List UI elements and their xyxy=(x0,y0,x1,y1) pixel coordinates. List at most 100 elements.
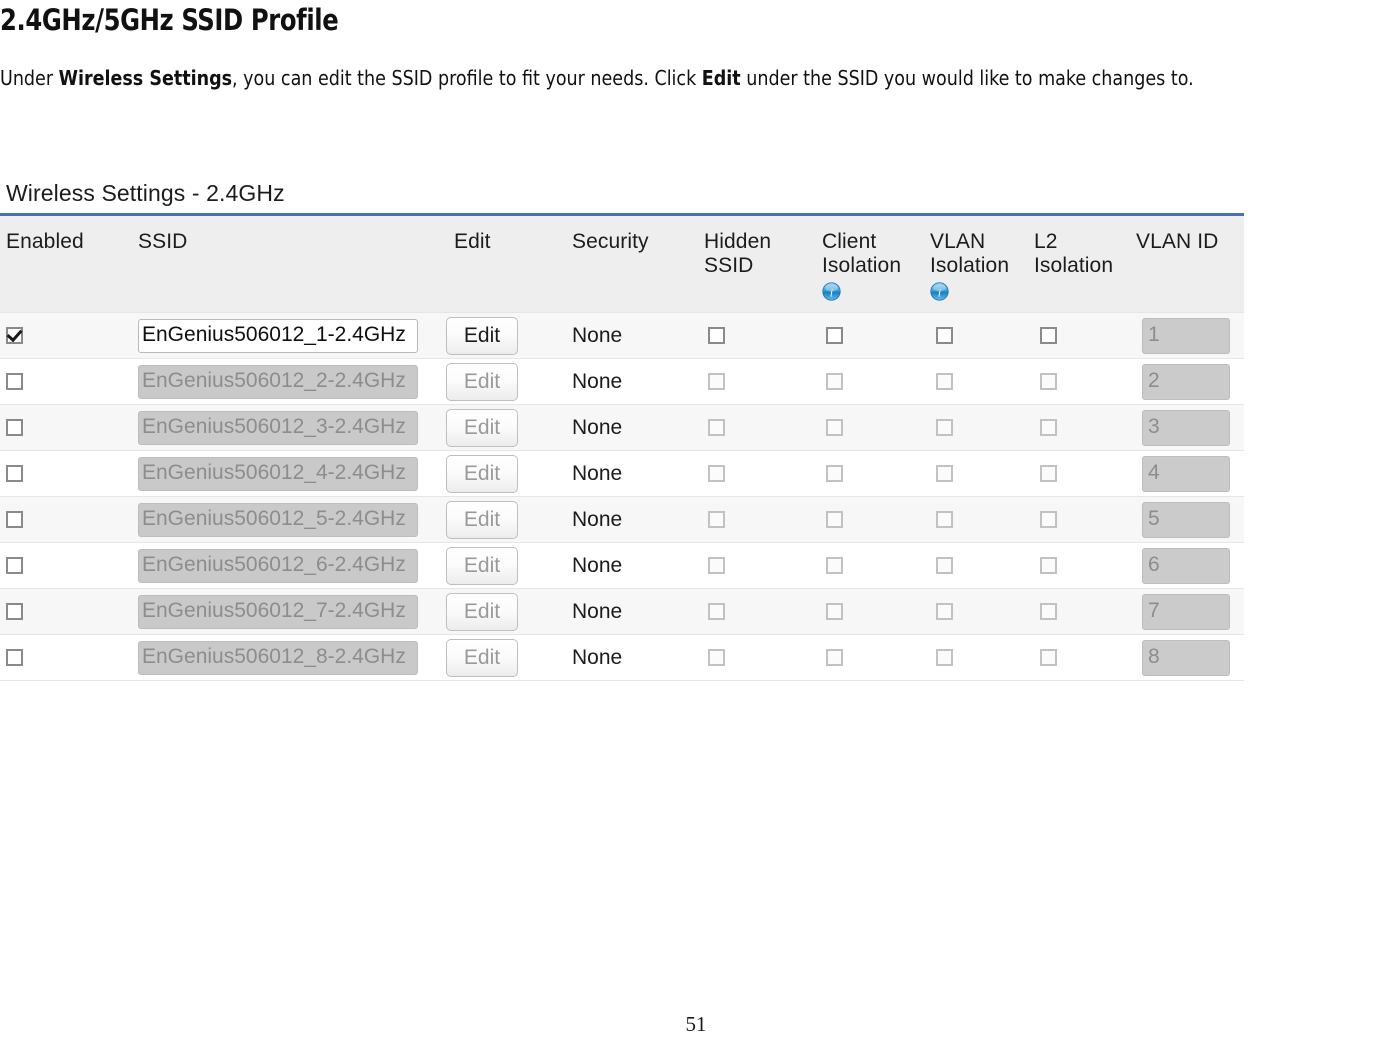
security-value-1: None xyxy=(572,323,623,347)
cell-edit: Edit xyxy=(440,588,558,635)
vlan-isolation-checkbox-5[interactable] xyxy=(936,511,953,529)
cell-enabled xyxy=(0,404,130,451)
edit-button-1[interactable]: Edit xyxy=(446,316,518,355)
table-row: EnGenius506012_5-2.4GHz Edit None 5 xyxy=(0,496,1244,543)
enabled-checkbox-4[interactable] xyxy=(6,465,23,483)
vlan-isolation-checkbox-2[interactable] xyxy=(936,373,953,391)
hidden-ssid-checkbox-1[interactable] xyxy=(708,327,725,345)
cell-client-isolation xyxy=(808,634,920,681)
vlan-isolation-checkbox-3[interactable] xyxy=(936,419,953,437)
enabled-checkbox-6[interactable] xyxy=(6,557,23,575)
client-isolation-checkbox-6[interactable] xyxy=(826,557,843,575)
client-isolation-info-icon[interactable]: i xyxy=(822,282,841,302)
vlan-isolation-checkbox-6[interactable] xyxy=(936,557,953,575)
ssid-profile-table: Enabled SSID Edit Security Hidden SSID C… xyxy=(0,216,1244,681)
edit-button-7[interactable]: Edit xyxy=(446,592,518,631)
enabled-checkbox-8[interactable] xyxy=(6,649,23,667)
hidden-ssid-checkbox-8[interactable] xyxy=(708,649,725,667)
table-row: EnGenius506012_3-2.4GHz Edit None 3 xyxy=(0,404,1244,451)
client-isolation-checkbox-8[interactable] xyxy=(826,649,843,667)
table-row: EnGenius506012_4-2.4GHz Edit None 4 xyxy=(0,450,1244,497)
client-isolation-checkbox-4[interactable] xyxy=(826,465,843,483)
cell-hidden-ssid xyxy=(690,496,808,543)
panel-title: Wireless Settings - 2.4GHz xyxy=(0,176,1244,213)
edit-button-2[interactable]: Edit xyxy=(446,362,518,401)
vlan-isolation-checkbox-8[interactable] xyxy=(936,649,953,667)
hidden-ssid-checkbox-2[interactable] xyxy=(708,373,725,391)
cell-vlan-id: 3 xyxy=(1120,404,1244,451)
vlan-id-input-6[interactable]: 6 xyxy=(1142,547,1230,584)
page-title: 2.4GHz/5GHz SSID Profile xyxy=(0,3,339,37)
vlan-id-input-2[interactable]: 2 xyxy=(1142,363,1230,400)
ssid-input-8[interactable]: EnGenius506012_8-2.4GHz xyxy=(138,640,418,675)
vlan-id-input-5[interactable]: 5 xyxy=(1142,501,1230,538)
hidden-ssid-checkbox-4[interactable] xyxy=(708,465,725,483)
cell-hidden-ssid xyxy=(690,542,808,589)
cell-ssid: EnGenius506012_4-2.4GHz xyxy=(130,450,440,497)
cell-security: None xyxy=(558,404,690,451)
l2-isolation-checkbox-1[interactable] xyxy=(1040,327,1057,345)
cell-hidden-ssid xyxy=(690,404,808,451)
cell-enabled xyxy=(0,312,130,359)
edit-button-6[interactable]: Edit xyxy=(446,546,518,585)
cell-ssid: EnGenius506012_2-2.4GHz xyxy=(130,358,440,405)
ssid-input-6[interactable]: EnGenius506012_6-2.4GHz xyxy=(138,548,418,583)
ssid-input-1[interactable]: EnGenius506012_1-2.4GHz xyxy=(138,318,418,353)
paragraph-text-2: , you can edit the SSID profile to fit y… xyxy=(232,66,702,90)
client-isolation-checkbox-5[interactable] xyxy=(826,511,843,529)
ssid-input-2[interactable]: EnGenius506012_2-2.4GHz xyxy=(138,364,418,399)
edit-button-8[interactable]: Edit xyxy=(446,638,518,677)
vlan-id-input-7[interactable]: 7 xyxy=(1142,593,1230,630)
ssid-input-3[interactable]: EnGenius506012_3-2.4GHz xyxy=(138,410,418,445)
enabled-checkbox-3[interactable] xyxy=(6,419,23,437)
l2-isolation-checkbox-2[interactable] xyxy=(1040,373,1057,391)
client-isolation-checkbox-7[interactable] xyxy=(826,603,843,621)
enabled-checkbox-1[interactable] xyxy=(6,327,23,345)
client-isolation-checkbox-3[interactable] xyxy=(826,419,843,437)
cell-security: None xyxy=(558,312,690,359)
cell-ssid: EnGenius506012_8-2.4GHz xyxy=(130,634,440,681)
l2-isolation-checkbox-4[interactable] xyxy=(1040,465,1057,483)
cell-vlan-id: 5 xyxy=(1120,496,1244,543)
cell-ssid: EnGenius506012_3-2.4GHz xyxy=(130,404,440,451)
vlan-isolation-checkbox-1[interactable] xyxy=(936,327,953,345)
cell-hidden-ssid xyxy=(690,358,808,405)
enabled-checkbox-7[interactable] xyxy=(6,603,23,621)
cell-client-isolation xyxy=(808,542,920,589)
vlan-id-input-8[interactable]: 8 xyxy=(1142,639,1230,676)
vlan-id-input-1[interactable]: 1 xyxy=(1142,317,1230,354)
l2-isolation-checkbox-7[interactable] xyxy=(1040,603,1057,621)
edit-button-3[interactable]: Edit xyxy=(446,408,518,447)
vlan-id-input-3[interactable]: 3 xyxy=(1142,409,1230,446)
enabled-checkbox-2[interactable] xyxy=(6,373,23,391)
wireless-settings-panel: Wireless Settings - 2.4GHz Enabled SSID … xyxy=(0,176,1244,681)
l2-isolation-checkbox-5[interactable] xyxy=(1040,511,1057,529)
hidden-ssid-checkbox-3[interactable] xyxy=(708,419,725,437)
cell-vlan-id: 2 xyxy=(1120,358,1244,405)
security-value-7: None xyxy=(572,599,623,623)
ssid-input-4[interactable]: EnGenius506012_4-2.4GHz xyxy=(138,456,418,491)
intro-paragraph: Under Wireless Settings, you can edit th… xyxy=(0,35,1322,99)
ssid-input-5[interactable]: EnGenius506012_5-2.4GHz xyxy=(138,502,418,537)
l2-isolation-checkbox-6[interactable] xyxy=(1040,557,1057,575)
vlan-isolation-info-icon[interactable]: i xyxy=(930,282,949,302)
cell-vlan-id: 6 xyxy=(1120,542,1244,589)
column-header-ssid: SSID xyxy=(130,216,440,313)
l2-isolation-checkbox-3[interactable] xyxy=(1040,419,1057,437)
cell-enabled xyxy=(0,542,130,589)
column-header-vlan-isolation: VLAN Isolation i xyxy=(920,216,1024,313)
client-isolation-checkbox-1[interactable] xyxy=(826,327,843,345)
edit-button-4[interactable]: Edit xyxy=(446,454,518,493)
client-isolation-checkbox-2[interactable] xyxy=(826,373,843,391)
hidden-ssid-checkbox-7[interactable] xyxy=(708,603,725,621)
ssid-input-7[interactable]: EnGenius506012_7-2.4GHz xyxy=(138,594,418,629)
edit-button-5[interactable]: Edit xyxy=(446,500,518,539)
l2-isolation-checkbox-8[interactable] xyxy=(1040,649,1057,667)
hidden-ssid-checkbox-6[interactable] xyxy=(708,557,725,575)
hidden-ssid-checkbox-5[interactable] xyxy=(708,511,725,529)
vlan-id-input-4[interactable]: 4 xyxy=(1142,455,1230,492)
enabled-checkbox-5[interactable] xyxy=(6,511,23,529)
cell-enabled xyxy=(0,450,130,497)
vlan-isolation-checkbox-7[interactable] xyxy=(936,603,953,621)
vlan-isolation-checkbox-4[interactable] xyxy=(936,465,953,483)
